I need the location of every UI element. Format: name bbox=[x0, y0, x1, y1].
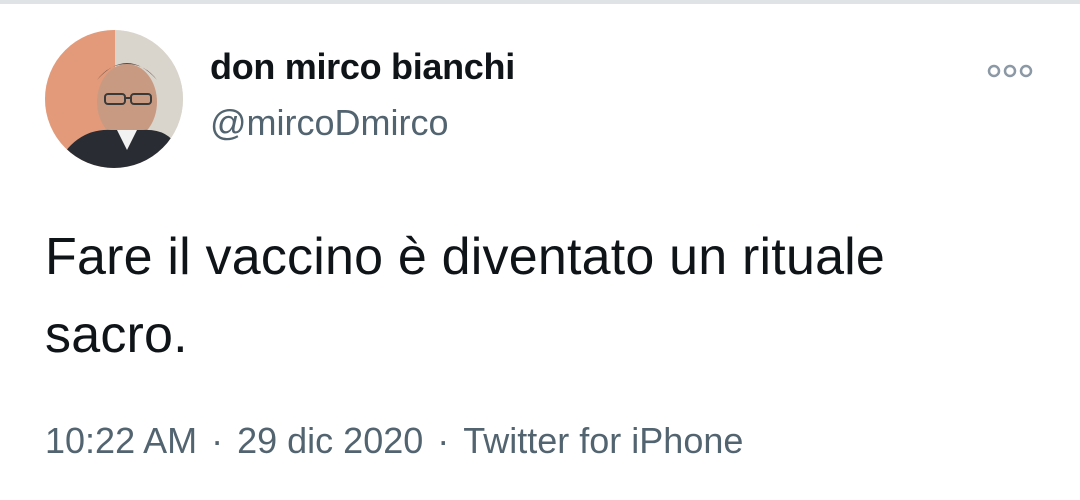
more-options-icon bbox=[987, 64, 1033, 78]
tweet-text: Fare il vaccino è diventato un rituale s… bbox=[45, 228, 886, 364]
tweet-source[interactable]: Twitter for iPhone bbox=[463, 420, 743, 462]
more-options-button[interactable] bbox=[980, 56, 1040, 86]
meta-separator: · bbox=[437, 420, 450, 461]
tweet-date[interactable]: 29 dic 2020 bbox=[237, 420, 423, 462]
author-display-name[interactable]: don mirco bianchi bbox=[210, 46, 515, 88]
tweet-metadata: 10:22 AM · 29 dic 2020 · Twitter for iPh… bbox=[45, 420, 743, 462]
top-divider bbox=[0, 0, 1080, 4]
tweet-time[interactable]: 10:22 AM bbox=[45, 420, 197, 462]
meta-separator: · bbox=[211, 420, 224, 461]
author-handle[interactable]: @mircoDmirco bbox=[210, 102, 449, 144]
tweet-card: don mirco bianchi @mircoDmirco Fare il v… bbox=[0, 0, 1080, 500]
avatar-photo bbox=[45, 30, 183, 168]
avatar[interactable] bbox=[45, 30, 183, 168]
